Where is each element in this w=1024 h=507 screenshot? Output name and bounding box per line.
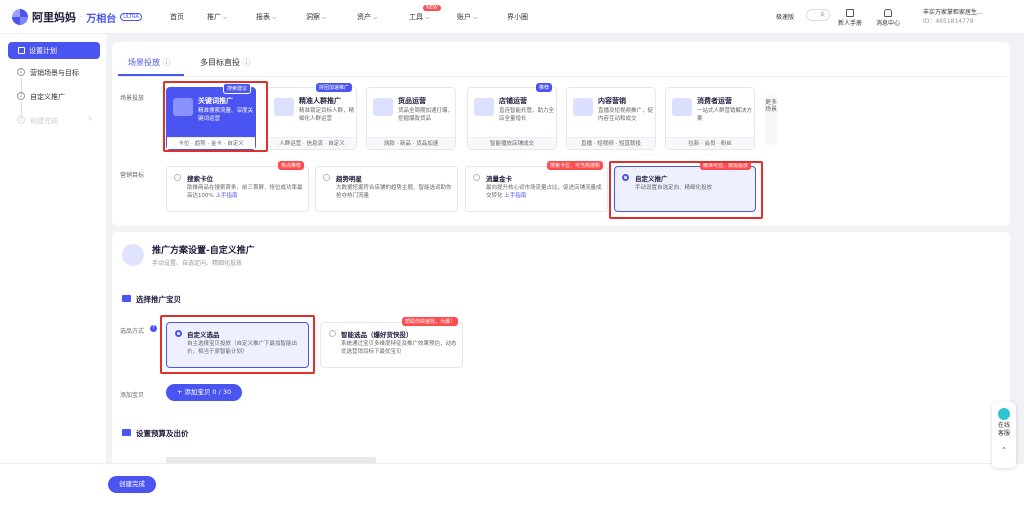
- sidebar: 设置计划 1 营销场景与目标 2 自定义推广 3 创建完成 ✎: [0, 34, 106, 464]
- info-icon: ⓘ: [162, 58, 171, 67]
- step-connector: [21, 102, 22, 116]
- scene-goods[interactable]: 货品运营 货品全周期加速打爆，挖掘爆款货品 测款 · 新品 · 货品加速: [366, 87, 456, 150]
- option-tag: 帮助你快速找，为爆！: [401, 317, 458, 326]
- plan-settings-icon: [122, 244, 144, 266]
- option-smart-select[interactable]: 帮助你快速找，为爆！ 智能选品（爆好货快投） 系统通过宝贝多维度特征及推广效果预…: [320, 317, 463, 368]
- chevron-down-icon: ⌵: [425, 15, 430, 21]
- speed-mode-label: 极速版: [776, 14, 795, 21]
- info-icon: ⓘ: [242, 58, 251, 67]
- radio[interactable]: [323, 174, 330, 181]
- online-service-label: 在线客服: [997, 422, 1010, 437]
- nav-reports[interactable]: 报表 ⌵: [256, 12, 276, 22]
- tab-scene-delivery[interactable]: 场景投放 ⓘ: [128, 57, 171, 68]
- chevron-down-icon: ⌵: [322, 15, 327, 21]
- newbie-manual[interactable]: 新人手册: [838, 9, 862, 27]
- nav-insight[interactable]: 洞察 ⌵: [306, 12, 326, 22]
- tab-divider: [118, 76, 1006, 77]
- create-done-button[interactable]: 创建完成: [108, 476, 156, 493]
- edit-icon: ✎: [88, 116, 94, 123]
- message-center[interactable]: 消息中心: [876, 9, 900, 27]
- goal-search-rank[interactable]: 热点推荐 搜索卡位 助推商品在搜索首条、前三首屏、抢位成功率最高达100% 上手…: [166, 161, 309, 212]
- step-create-done: 3 创建完成: [17, 116, 58, 126]
- account-info[interactable]: 丰实万家掌柜家居生... ID：4651814778: [923, 8, 983, 26]
- consumer-icon: [672, 98, 692, 116]
- scene-tag: 拼团加速推广: [315, 83, 352, 92]
- chevron-down-icon: ⌵: [473, 15, 478, 21]
- goal-traffic-gold[interactable]: 搜索卡位，可当热搜新 流量金卡 最向提升核心词市场流量占比，促进店铺流量成交转化…: [465, 161, 608, 212]
- store-icon: [474, 98, 494, 116]
- scene-consumer[interactable]: 消费者运营 一站式人群营销解决方案 拉新 · 会员 · 粉丝: [665, 87, 755, 150]
- plan-icon: [18, 47, 25, 54]
- goal-trend-star[interactable]: 趋势明星 大数据挖掘符合店铺的趋势主题、智能选词助你抢夺热门流量: [315, 166, 458, 212]
- crowd-icon: [274, 98, 294, 116]
- bell-icon: [884, 9, 892, 17]
- step-custom-promotion[interactable]: 2 自定义推广: [17, 92, 65, 102]
- nav-jiexiaoquan[interactable]: 界小圈: [507, 12, 528, 22]
- tab-multi-target[interactable]: 多目标直投 ⓘ: [200, 57, 251, 68]
- scene-crowd[interactable]: 拼团加速推广 精准人群推广 精准锁定目标人群，精细化人群运营 人群运营 · 信息…: [267, 83, 357, 150]
- account-name: 丰实万家掌柜家居生...: [923, 9, 983, 16]
- speed-mode-toggle[interactable]: 关: [806, 9, 830, 21]
- content-icon: [573, 98, 593, 116]
- step-number: 1: [17, 68, 25, 76]
- scene-store[interactable]: 推荐 店铺运营 直连智能托管，助力全店全量增长 智能播放店铺成交: [467, 83, 557, 150]
- goods-icon: [373, 98, 393, 116]
- add-goods-button[interactable]: + 添加宝贝 0 / 30: [166, 384, 242, 401]
- new-badge: NEW: [423, 5, 441, 11]
- question-icon: ?: [150, 325, 157, 332]
- step-number: 3: [17, 116, 25, 124]
- sidebar-item-setup-plan[interactable]: 设置计划: [8, 42, 100, 59]
- nav-promote[interactable]: 推广 ⌵: [207, 12, 227, 22]
- section-marker-icon: [122, 429, 131, 436]
- chevron-down-icon: ⌵: [223, 15, 228, 21]
- radio[interactable]: [329, 330, 336, 337]
- highlight-box: [160, 315, 315, 374]
- online-service-widget[interactable]: 在线客服 ⌃: [992, 402, 1016, 468]
- back-to-top-icon[interactable]: ⌃: [992, 446, 1016, 455]
- customer-service-icon: [998, 408, 1010, 420]
- select-goods-heading: 选择推广宝贝: [122, 294, 181, 305]
- chevron-down-icon: ⌵: [373, 15, 378, 21]
- section-marker-icon: [122, 295, 131, 302]
- alimama-logo-icon: [12, 9, 28, 25]
- more-scenes-button[interactable]: 更多场景: [765, 95, 777, 145]
- radio[interactable]: [473, 174, 480, 181]
- add-goods-label: 添加宝贝: [120, 392, 145, 399]
- nav-assets[interactable]: 资产 ⌵: [357, 12, 377, 22]
- highlight-box: [609, 161, 763, 219]
- nav-account[interactable]: 账户 ⌵: [457, 12, 477, 22]
- chevron-down-icon: ⌵: [272, 15, 277, 21]
- tab-active-indicator: [118, 74, 184, 76]
- step-number: 2: [17, 92, 25, 100]
- logo[interactable]: 阿里妈妈 · 万相台 ULTRA: [12, 9, 142, 25]
- radio[interactable]: [174, 174, 181, 181]
- brand-name: 阿里妈妈: [32, 11, 76, 24]
- scene-tag: 推荐: [535, 83, 552, 92]
- product-name: 万相台: [86, 13, 117, 25]
- guide-link[interactable]: 上手指南: [215, 193, 237, 199]
- scene-content[interactable]: 内容营销 直播及短视频推广，促内容互动和成交 直播 · 短视频 · 短直联投: [566, 87, 656, 150]
- account-id: ID：4651814778: [923, 18, 974, 25]
- book-icon: [846, 9, 854, 17]
- toggle-off-label: 关: [819, 12, 825, 18]
- step-connector: [21, 78, 22, 92]
- nav-tools[interactable]: 工具 ⌵ NEW: [409, 5, 441, 22]
- guide-link[interactable]: 上手指南: [504, 193, 526, 199]
- budget-heading: 设置预算及出价: [122, 428, 189, 439]
- version-badge: ULTRA: [120, 13, 142, 21]
- top-bar: 阿里妈妈 · 万相台 ULTRA 首页 推广 ⌵ 报表 ⌵ 洞察 ⌵ 资产 ⌵ …: [0, 0, 1024, 34]
- goal-label: 营销目标: [120, 172, 145, 179]
- highlight-box: [163, 81, 268, 152]
- plan-title: 推广方案设置-自定义推广: [152, 246, 255, 256]
- goal-tag: 热点推荐: [277, 161, 304, 170]
- plan-subtitle: 手动设置、自选定向、精细化投放: [152, 260, 243, 267]
- select-method-label: 选品方式: [120, 328, 145, 335]
- goal-tag: 搜索卡位，可当热搜新: [546, 161, 603, 170]
- step-marketing-scene[interactable]: 1 营销场景与目标: [17, 68, 79, 78]
- nav-home[interactable]: 首页: [170, 12, 184, 22]
- scene-label: 场景投放: [120, 95, 145, 102]
